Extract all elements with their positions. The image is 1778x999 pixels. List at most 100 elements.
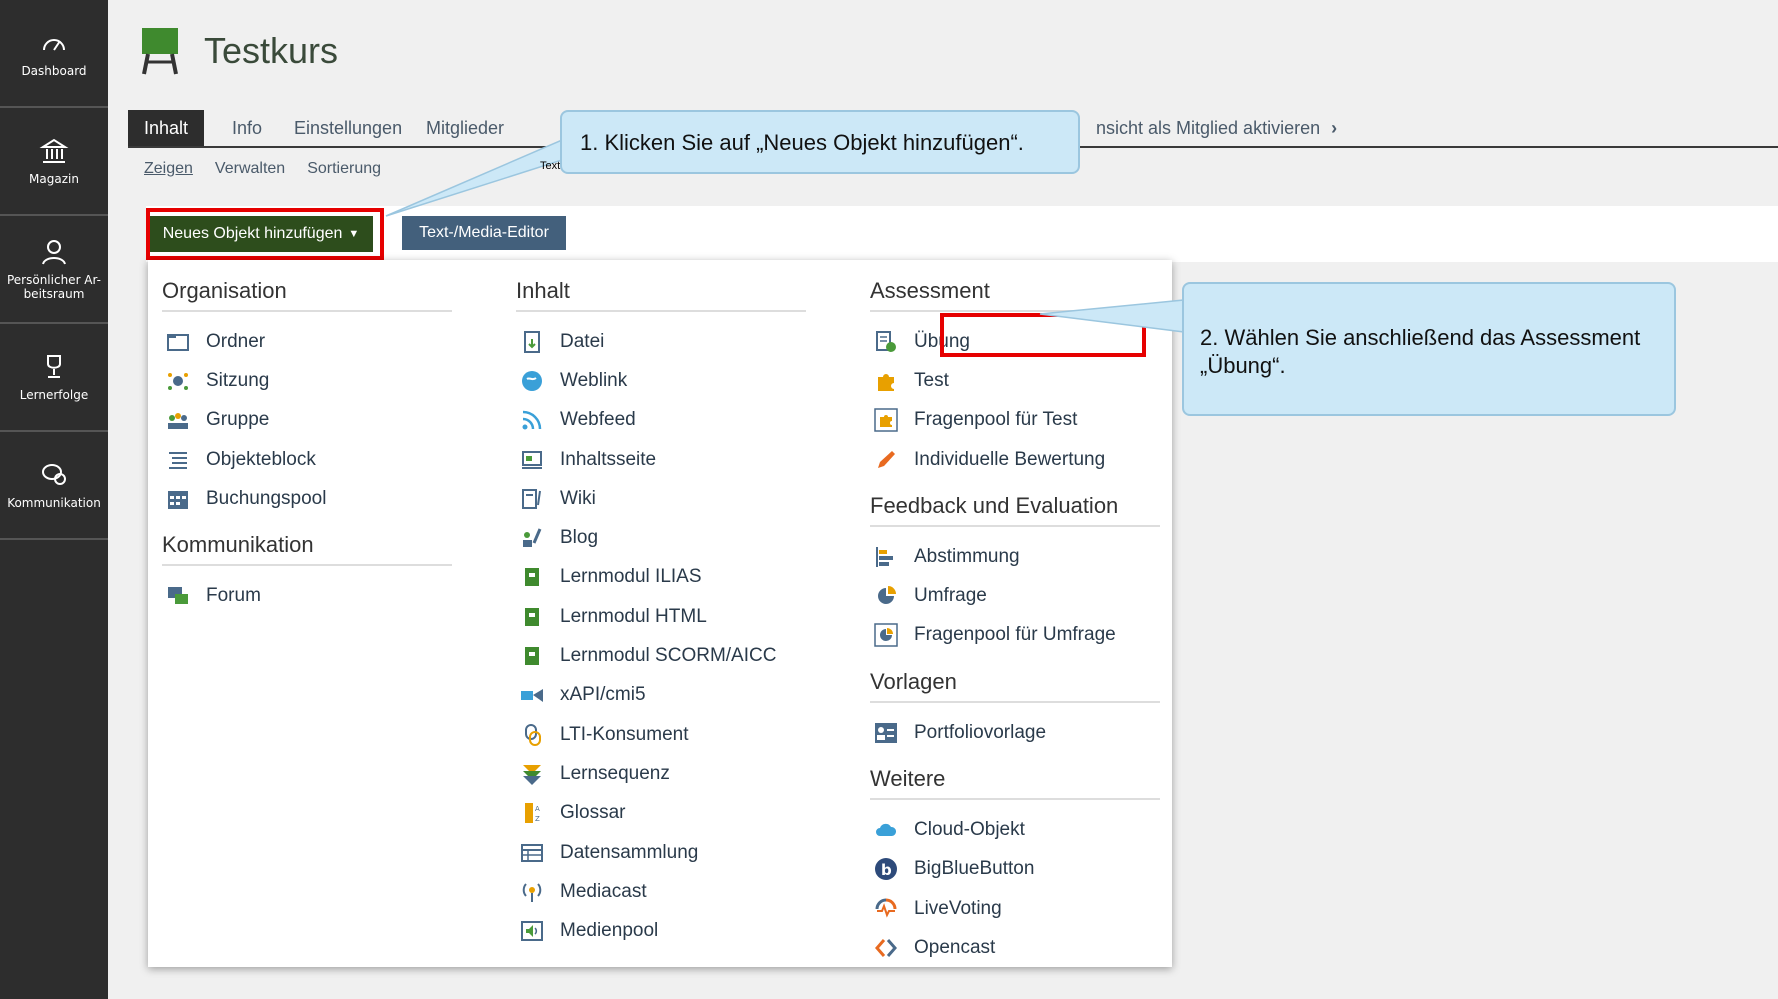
menu-item-label: Sitzung <box>206 369 270 391</box>
menu-item-cloud-objekt[interactable]: Cloud-Objekt <box>870 810 1160 849</box>
menu-item-lernmodul-html[interactable]: Lernmodul HTML <box>516 597 806 636</box>
menu-item-label: Lernsequenz <box>560 762 670 784</box>
menu-item-fragenpool-umfrage[interactable]: Fragenpool für Umfrage <box>870 616 1160 655</box>
instruction-callout-2: 2. Wählen Sie anschließend das Assessmen… <box>1182 282 1676 416</box>
menu-item-abstimmung[interactable]: Abstimmung <box>870 537 1160 576</box>
learning-module-icon <box>525 607 539 626</box>
menu-item-label: Gruppe <box>206 409 270 431</box>
opencast-icon <box>875 938 897 957</box>
column-assessment: Assessment Übung Test Fragenpool für Tes… <box>870 278 1160 968</box>
menu-item-inhaltsseite[interactable]: Inhaltsseite <box>516 440 806 479</box>
user-icon <box>42 240 66 265</box>
menu-item-forum[interactable]: Forum <box>162 576 452 615</box>
forum-icon <box>168 587 188 605</box>
subtab-zeigen[interactable]: Zeigen <box>144 160 193 178</box>
puzzle-icon <box>878 373 894 391</box>
menu-item-weblink[interactable]: Weblink <box>516 361 806 400</box>
table-icon <box>521 843 543 862</box>
add-object-dropdown: Organisation Ordner Sitzung Gruppe Objek… <box>148 260 1172 967</box>
sidebar-item-dashboard[interactable]: Dashboard <box>0 0 108 108</box>
menu-item-label: Mediacast <box>560 880 647 902</box>
subtab-sortierung[interactable]: Sortierung <box>307 160 381 178</box>
survey-icon <box>878 586 896 605</box>
menu-item-test[interactable]: Test <box>870 361 1160 400</box>
learning-module-icon <box>525 568 539 587</box>
menu-item-label: Forum <box>206 585 261 607</box>
session-icon <box>168 372 188 390</box>
group-heading-kommunikation: Kommunikation <box>162 532 452 567</box>
group-icon <box>168 413 188 430</box>
menu-item-buchungspool[interactable]: Buchungspool <box>162 479 452 518</box>
menu-item-label: Abstimmung <box>914 545 1020 567</box>
menu-item-opencast[interactable]: Opencast <box>870 928 1160 967</box>
content-page-icon <box>522 450 542 469</box>
chevron-right-icon: › <box>1331 118 1338 138</box>
menu-item-lernmodul-ilias[interactable]: Lernmodul ILIAS <box>516 558 806 597</box>
menu-item-ordner[interactable]: Ordner <box>162 322 452 361</box>
menu-item-sitzung[interactable]: Sitzung <box>162 361 452 400</box>
menu-item-xapi[interactable]: xAPI/cmi5 <box>516 676 806 715</box>
menu-item-wiki[interactable]: Wiki <box>516 479 806 518</box>
menu-item-glossar[interactable]: AZ Glossar <box>516 794 806 833</box>
menu-item-label: Portfoliovorlage <box>914 721 1047 743</box>
survey-pool-icon <box>874 623 898 648</box>
menu-item-medienpool[interactable]: Medienpool <box>516 911 806 950</box>
menu-item-portfoliovorlage[interactable]: Portfoliovorlage <box>870 713 1160 752</box>
question-pool-icon <box>874 408 898 432</box>
sidebar-item-label: Lernerfolge <box>19 388 89 402</box>
menu-item-individuelle-bewertung[interactable]: Individuelle Bewertung <box>870 440 1160 479</box>
menu-item-label: BigBlueButton <box>914 858 1035 880</box>
highlight-add-button <box>146 208 384 260</box>
menu-item-datei[interactable]: Datei <box>516 322 806 361</box>
svg-text:b: b <box>881 861 892 879</box>
menu-item-objekteblock[interactable]: Objekteblock <box>162 440 452 479</box>
column-inhalt: Inhalt Datei Weblink Webfeed Inhaltsseit… <box>516 278 806 951</box>
menu-item-livevoting[interactable]: LiveVoting <box>870 889 1160 928</box>
subtab-verwalten[interactable]: Verwalten <box>215 160 285 178</box>
tab-einstellungen[interactable]: Einstellungen <box>278 110 418 146</box>
sidebar-item-label: Kommunikation <box>7 496 101 510</box>
sidebar-item-magazin[interactable]: Magazin <box>0 108 108 216</box>
main-sidebar: Dashboard Magazin Persönlicher Ar-beitsr… <box>0 0 108 999</box>
list-block-icon <box>169 451 187 469</box>
menu-item-mediacast[interactable]: Mediacast <box>516 872 806 911</box>
menu-item-gruppe[interactable]: Gruppe <box>162 401 452 440</box>
svg-text:A: A <box>535 805 540 813</box>
group-heading-vorlagen: Vorlagen <box>870 669 1160 704</box>
page-header: Testkurs <box>138 26 338 76</box>
sidebar-item-label: Persönlicher Ar-beitsraum <box>6 273 102 301</box>
group-heading-weitere: Weitere <box>870 766 1160 801</box>
menu-item-label: Weblink <box>560 369 628 391</box>
menu-item-fragenpool-test[interactable]: Fragenpool für Test <box>870 401 1160 440</box>
menu-item-label: Medienpool <box>560 920 659 942</box>
menu-item-bigbluebutton[interactable]: b BigBlueButton <box>870 850 1160 889</box>
rss-icon <box>522 410 542 430</box>
menu-item-label: Lernmodul HTML <box>560 605 707 627</box>
sidebar-item-kommunikation[interactable]: Kommunikation <box>0 432 108 540</box>
instruction-callout-1: 1. Klicken Sie auf „Neues Objekt hinzufü… <box>560 110 1080 174</box>
tab-info[interactable]: Info <box>216 110 278 146</box>
tab-mitglieder[interactable]: Mitglieder <box>410 110 520 146</box>
menu-item-lernsequenz[interactable]: Lernsequenz <box>516 754 806 793</box>
lti-icon <box>525 723 541 746</box>
menu-item-label: Inhaltsseite <box>560 448 657 470</box>
sidebar-item-personal-workspace[interactable]: Persönlicher Ar-beitsraum <box>0 216 108 324</box>
text-media-editor-button[interactable]: Text-/Media-Editor <box>402 216 566 250</box>
menu-item-blog[interactable]: Blog <box>516 518 806 557</box>
menu-item-label: Objekteblock <box>206 448 316 470</box>
menu-item-webfeed[interactable]: Webfeed <box>516 401 806 440</box>
menu-item-label: Individuelle Bewertung <box>914 448 1106 470</box>
menu-item-datensammlung[interactable]: Datensammlung <box>516 833 806 872</box>
menu-item-lernmodul-scorm[interactable]: Lernmodul SCORM/AICC <box>516 636 806 675</box>
learning-module-icon <box>525 647 539 666</box>
toolbar <box>146 206 1778 262</box>
group-heading-feedback: Feedback und Evaluation <box>870 493 1160 528</box>
menu-item-lti-konsument[interactable]: LTI-Konsument <box>516 715 806 754</box>
menu-item-label: Opencast <box>914 936 996 958</box>
sidebar-item-lernerfolge[interactable]: Lernerfolge <box>0 324 108 432</box>
menu-item-umfrage[interactable]: Umfrage <box>870 576 1160 615</box>
tab-inhalt[interactable]: Inhalt <box>128 110 205 146</box>
tab-member-view[interactable]: nsicht als Mitglied aktivieren › <box>1080 110 1337 146</box>
menu-item-label: Lernmodul ILIAS <box>560 566 702 588</box>
portfolio-template-icon <box>875 722 897 743</box>
